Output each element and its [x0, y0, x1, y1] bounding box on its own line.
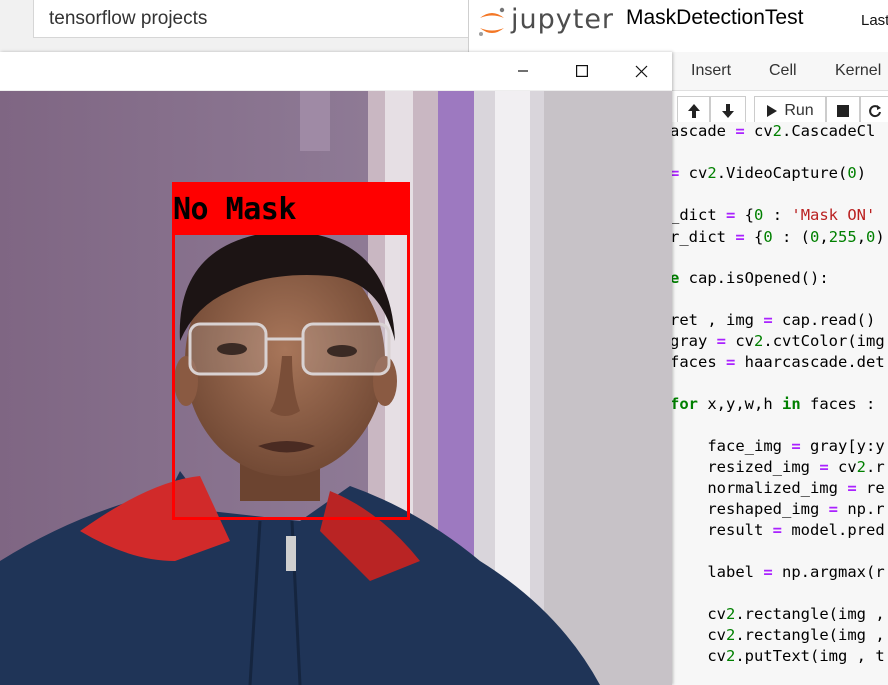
menu-insert[interactable]: Insert [691, 62, 731, 80]
close-button[interactable] [618, 56, 664, 86]
search-input[interactable]: tensorflow projects [33, 0, 470, 38]
code-line: cv2.rectangle(img , [670, 605, 885, 623]
code-line: label = np.argmax(r [670, 563, 885, 581]
jupyter-header: jupyter MaskDetectionTest Last Ch [469, 0, 888, 53]
code-line: normalized_img = re [670, 479, 885, 497]
code-line: resized_img = cv2.r [670, 458, 885, 476]
code-line: = cv2.VideoCapture(0) [670, 164, 867, 182]
stop-icon [837, 105, 849, 117]
webcam-feed: No Mask [0, 91, 672, 685]
code-line: ascade = cv2.CascadeCl [670, 122, 876, 140]
arrow-down-icon [722, 104, 734, 118]
play-icon [767, 105, 778, 117]
restart-icon [869, 105, 881, 118]
code-line: e cap.isOpened(): [670, 269, 829, 287]
menu-kernel[interactable]: Kernel [835, 62, 881, 80]
webcam-window: No Mask [0, 52, 672, 685]
notebook-title[interactable]: MaskDetectionTest [626, 6, 803, 30]
code-line: reshaped_img = np.r [670, 500, 885, 518]
maximize-button[interactable] [559, 56, 605, 86]
last-checkpoint: Last Ch [861, 12, 888, 29]
code-line: for x,y,w,h in faces : [670, 395, 876, 413]
minimize-icon [518, 70, 528, 72]
jupyter-logo-icon[interactable] [475, 5, 509, 39]
code-line: cv2.putText(img , t [670, 647, 885, 665]
code-line: gray = cv2.cvtColor(img [670, 332, 885, 350]
close-icon [635, 65, 647, 77]
face-bounding-box [172, 232, 410, 520]
minimize-button[interactable] [500, 56, 546, 86]
run-button-label: Run [784, 102, 814, 119]
browser-background: tensorflow projects [0, 0, 470, 52]
jupyter-brand: jupyter [511, 4, 615, 35]
search-query-text: tensorflow projects [49, 8, 208, 29]
maximize-icon [576, 65, 588, 77]
arrow-up-icon [687, 104, 700, 118]
code-cell[interactable]: ascade = cv2.CascadeCl = cv2.VideoCaptur… [669, 122, 888, 685]
menu-cell[interactable]: Cell [769, 62, 797, 80]
detection-label: No Mask [173, 192, 296, 227]
code-line: cv2.rectangle(img , [670, 626, 885, 644]
window-titlebar[interactable] [0, 52, 672, 91]
code-line: faces = haarcascade.det [670, 353, 885, 371]
code-line: r_dict = {0 : (0,255,0) [670, 228, 885, 246]
code-line: result = model.pred [670, 521, 885, 539]
code-line: ret , img = cap.read() [670, 311, 876, 329]
code-line: _dict = {0 : 'Mask ON' [670, 206, 876, 224]
code-line: face_img = gray[y:y [670, 437, 885, 455]
